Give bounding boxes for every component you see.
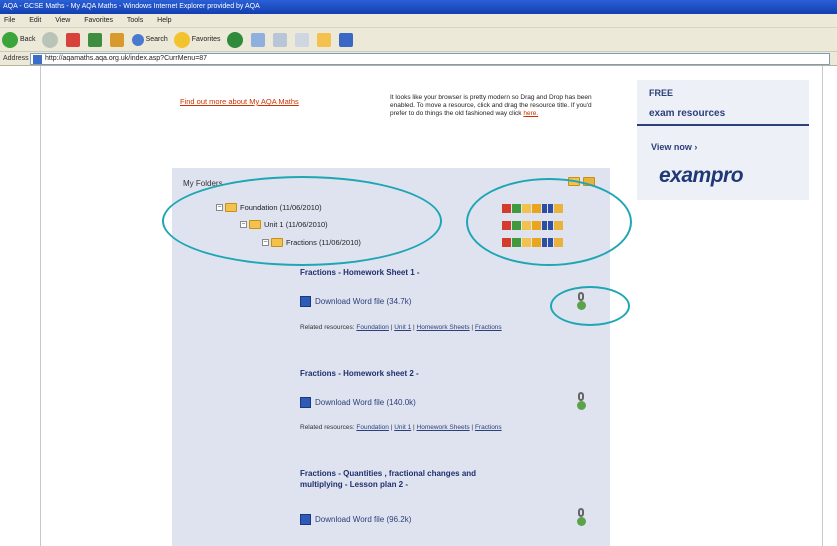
related-link[interactable]: Foundation <box>356 424 389 431</box>
refresh-button[interactable] <box>87 32 104 47</box>
page-border-left <box>40 66 41 546</box>
print-button[interactable] <box>272 32 289 47</box>
related-resources: Related resources: Foundation | Unit 1 |… <box>300 424 502 431</box>
attach-icon[interactable] <box>577 508 587 526</box>
old-fashioned-link[interactable]: here. <box>523 110 538 117</box>
window-title: AQA - GCSE Maths - My AQA Maths - Window… <box>3 3 260 10</box>
media-button[interactable] <box>226 31 245 48</box>
related-link[interactable]: Homework Sheets <box>417 424 470 431</box>
notice-text: It looks like your browser is pretty mod… <box>390 94 592 117</box>
ad-view-now-link[interactable]: View now › <box>651 142 697 152</box>
address-value: http://aqamaths.aqa.org.uk/index.asp?Cur… <box>45 54 208 62</box>
mail-button[interactable] <box>250 32 267 47</box>
menu-help[interactable]: Help <box>157 17 171 24</box>
resource-title[interactable]: Fractions - Homework sheet 2 - <box>300 368 419 379</box>
related-link[interactable]: Unit 1 <box>394 324 411 331</box>
menu-file[interactable]: File <box>4 17 15 24</box>
folder-icon <box>316 32 331 47</box>
ad-title: exam resources <box>649 108 726 119</box>
forward-arrow-icon <box>41 31 58 48</box>
highlight-oval-tree <box>162 176 442 266</box>
stop-button[interactable] <box>65 32 82 47</box>
ad-free-label: FREE <box>649 88 674 98</box>
highlight-oval-actions <box>466 178 632 266</box>
exampro-logo: exampro <box>659 164 744 187</box>
edit-button[interactable] <box>294 32 311 47</box>
related-link[interactable]: Fractions <box>475 324 502 331</box>
drag-drop-notice: It looks like your browser is pretty mod… <box>390 94 600 118</box>
download-word-link[interactable]: Download Word file (34.7k) <box>300 296 411 307</box>
browser-toolbar: Back Search Favorites <box>0 28 837 52</box>
word-file-icon <box>300 296 311 307</box>
favorites-button[interactable]: Favorites <box>173 31 221 48</box>
related-link[interactable]: Unit 1 <box>394 424 411 431</box>
download-word-link[interactable]: Download Word file (96.2k) <box>300 514 411 525</box>
menu-bar: File Edit View Favorites Tools Help <box>0 14 837 28</box>
ad-divider <box>637 124 809 126</box>
messenger-icon <box>338 32 353 47</box>
page-border-right <box>822 66 823 546</box>
menu-view[interactable]: View <box>55 17 70 24</box>
home-button[interactable] <box>109 32 126 47</box>
folder-button[interactable] <box>316 32 333 47</box>
stop-icon <box>65 32 80 47</box>
refresh-icon <box>87 32 102 47</box>
back-arrow-icon <box>2 31 18 48</box>
edit-icon <box>294 32 309 47</box>
related-link[interactable]: Foundation <box>356 324 389 331</box>
related-link[interactable]: Fractions <box>475 424 502 431</box>
back-button[interactable]: Back <box>2 31 36 48</box>
find-out-more-link[interactable]: Find out more about My AQA Maths <box>180 97 299 106</box>
related-link[interactable]: Homework Sheets <box>417 324 470 331</box>
menu-edit[interactable]: Edit <box>29 17 41 24</box>
messenger-button[interactable] <box>338 32 355 47</box>
mail-icon <box>250 32 265 47</box>
address-bar: Address http://aqamaths.aqa.org.uk/index… <box>0 52 837 66</box>
media-icon <box>226 31 243 48</box>
page-icon <box>33 54 42 64</box>
word-file-icon <box>300 397 311 408</box>
print-icon <box>272 32 287 47</box>
download-word-link[interactable]: Download Word file (140.0k) <box>300 397 416 408</box>
resource-title[interactable]: Fractions - Homework Sheet 1 - <box>300 267 420 278</box>
home-icon <box>109 32 124 47</box>
word-file-icon <box>300 514 311 525</box>
star-icon <box>173 31 190 48</box>
forward-button[interactable] <box>41 31 60 48</box>
address-input[interactable]: http://aqamaths.aqa.org.uk/index.asp?Cur… <box>30 52 830 65</box>
attach-icon[interactable] <box>577 392 587 410</box>
address-label: Address <box>3 55 29 62</box>
exampro-ad[interactable]: FREE exam resources View now › exampro <box>637 80 809 200</box>
menu-favorites[interactable]: Favorites <box>84 17 113 24</box>
related-resources: Related resources: Foundation | Unit 1 |… <box>300 324 502 331</box>
window-title-bar: AQA - GCSE Maths - My AQA Maths - Window… <box>0 0 837 14</box>
resource-title[interactable]: Fractions - Quantities , fractional chan… <box>300 468 480 490</box>
menu-tools[interactable]: Tools <box>127 17 143 24</box>
search-button[interactable]: Search <box>131 33 168 46</box>
search-icon <box>131 33 144 46</box>
highlight-oval-attach <box>550 286 630 326</box>
